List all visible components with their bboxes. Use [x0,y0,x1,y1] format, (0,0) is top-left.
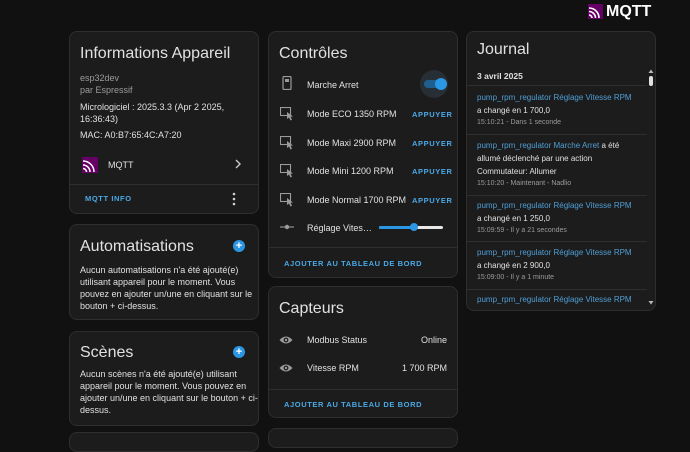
controls-add-to-dashboard-button[interactable]: AJOUTER AU TABLEAU DE BORD [284,259,422,268]
journal-entry-text: a changé en 1 250,0 [477,214,550,223]
button-label-eco: Mode ECO 1350 RPM [307,109,397,119]
mqtt-logo-text: MQTT [606,3,652,20]
controls-card: Contrôles Marche Arret Mode ECO 1350 RPM… [268,31,458,278]
journal-entity-link[interactable]: pump_rpm_regulator Réglage Vitesse RPM [477,93,632,102]
journal-date: 3 avril 2025 [477,71,523,81]
gesture-tap-icon [280,136,294,150]
chevron-right-icon [234,159,242,169]
button-label-normal: Mode Normal 1700 RPM [307,195,407,205]
sensor-label-modbus: Modbus Status [307,335,368,345]
speed-slider[interactable] [379,220,443,234]
sensors-add-to-dashboard-button[interactable]: AJOUTER AU TABLEAU DE BORD [284,400,422,409]
sensor-label-rpm: Vitesse RPM [307,363,359,373]
scenes-empty-line2: appareil pour le moment. Vous pouvez en [80,381,247,391]
slider-thumb[interactable] [410,223,419,231]
journal-entry-time: 15:10:21 - Dans 1 seconde [477,119,562,126]
journal-entry: pump_rpm_regulator Réglage Vitesse RPM [477,295,632,304]
journal-entry-text: a changé en 1 700,0 [477,106,550,115]
mqtt-logo-icon [588,4,603,19]
gesture-tap-icon [280,164,294,178]
device-mac: MAC: A0:B7:65:4C:A7:20 [80,130,182,140]
slider-fill [379,226,415,229]
sensor-value-rpm: 1 700 RPM [401,363,447,373]
scenes-empty-line3: ajouter un/une en cliquant sur le bouton… [80,393,258,403]
automations-empty-line1: Aucun automatisations n'a été ajouté(e) [80,265,239,275]
sensors-card: Capteurs Modbus Status Online Vitesse RP… [268,286,458,418]
journal-date-divider [467,85,647,86]
scenes-empty-line1: Aucun scènes n'a été ajouté(e) utilisant [80,369,237,379]
eye-icon [279,335,293,345]
automations-title: Automatisations [80,238,194,255]
sensors-divider [269,389,457,390]
phone-device-icon [282,76,292,90]
journal-entry: pump_rpm_regulator Réglage Vitesse RPM a… [477,201,632,234]
device-info-card: Informations Appareil esp32dev par Espre… [69,31,259,214]
journal-scrollbar[interactable] [648,68,654,306]
dots-vertical-icon[interactable] [231,192,237,206]
journal-card: Journal 3 avril 2025 pump_rpm_regulator … [466,31,656,311]
press-button-maxi[interactable]: APPUYER [412,139,452,148]
journal-scrollbar-thumb[interactable] [649,76,653,86]
journal-divider [467,134,647,135]
journal-title: Journal [477,41,530,58]
controls-divider [269,247,457,248]
automations-empty-line2: utilisant appareil pour le moment. Vous [80,277,236,287]
journal-entry: pump_rpm_regulator Marche Arret a été al… [477,141,619,187]
marche-arret-toggle[interactable] [420,70,450,98]
add-scene-button[interactable]: + [233,346,245,358]
button-label-maxi: Mode Maxi 2900 RPM [307,138,397,148]
device-firmware-line2: 16:36:43) [80,114,119,124]
sensors-title: Capteurs [279,300,344,317]
button-label-mini: Mode Mini 1200 RPM [307,166,394,176]
device-info-title: Informations Appareil [80,45,231,62]
gesture-tap-icon [280,193,294,207]
device-manufacturer: par Espressif [80,85,133,95]
journal-entry-time: 15:10:20 - Maintenant - Nadlio [477,180,572,187]
device-info-divider [70,184,258,185]
next-card-stub-2 [268,428,458,448]
press-button-mini[interactable]: APPUYER [412,167,452,176]
add-automation-button[interactable]: + [233,240,245,252]
scenes-title: Scènes [80,344,134,361]
journal-entry-time: 15:09:59 - Il y a 21 secondes [477,227,567,234]
ray-vertex-icon [280,223,294,231]
mqtt-info-button[interactable]: MQTT INFO [85,194,132,203]
journal-entity-link[interactable]: pump_rpm_regulator Réglage Vitesse RPM [477,248,632,257]
journal-divider [467,289,647,290]
press-button-normal[interactable]: APPUYER [412,196,452,205]
gesture-tap-icon [280,107,294,121]
mqtt-integration-icon [82,157,98,173]
integration-row[interactable]: MQTT [70,154,258,176]
scenes-empty-line4: dessus. [80,405,112,415]
journal-entity-link[interactable]: pump_rpm_regulator Réglage Vitesse RPM [477,295,632,304]
controls-title: Contrôles [279,45,348,62]
sensor-value-modbus: Online [420,335,447,345]
scenes-card: Scènes + Aucun scènes n'a été ajouté(e) … [69,331,259,426]
next-card-stub [69,432,259,452]
journal-entry-text: a été [599,141,620,150]
journal-entity-link[interactable]: pump_rpm_regulator Marche Arret [477,141,599,150]
journal-divider [467,195,647,196]
device-model: esp32dev [80,73,120,83]
press-button-eco[interactable]: APPUYER [412,110,452,119]
journal-entry: pump_rpm_regulator Réglage Vitesse RPM a… [477,248,632,281]
journal-entry-text: a changé en 2 900,0 [477,261,550,270]
device-firmware-line1: Micrologiciel : 2025.3.3 (Apr 2 2025, [80,102,225,112]
integration-label: MQTT [108,160,134,170]
automations-card: Automatisations + Aucun automatisations … [69,224,259,320]
journal-entry-time: 15:09:00 - Il y a 1 minute [477,274,555,281]
automations-empty-line4: bouton + ci-dessus. [80,301,159,311]
eye-icon [279,363,293,373]
journal-entry: pump_rpm_regulator Réglage Vitesse RPM a… [477,93,632,126]
journal-divider [467,241,647,242]
journal-entity-link[interactable]: pump_rpm_regulator Réglage Vitesse RPM [477,201,632,210]
automations-empty-line3: pouvez en ajouter un/une en cliquant sur… [80,289,253,299]
slider-label: Réglage Vites… [307,223,372,233]
journal-entry-text: Commutateur: Allumer [477,167,557,176]
switch-label: Marche Arret [307,80,359,90]
journal-entry-text: allumé déclenché par une action [477,154,593,163]
